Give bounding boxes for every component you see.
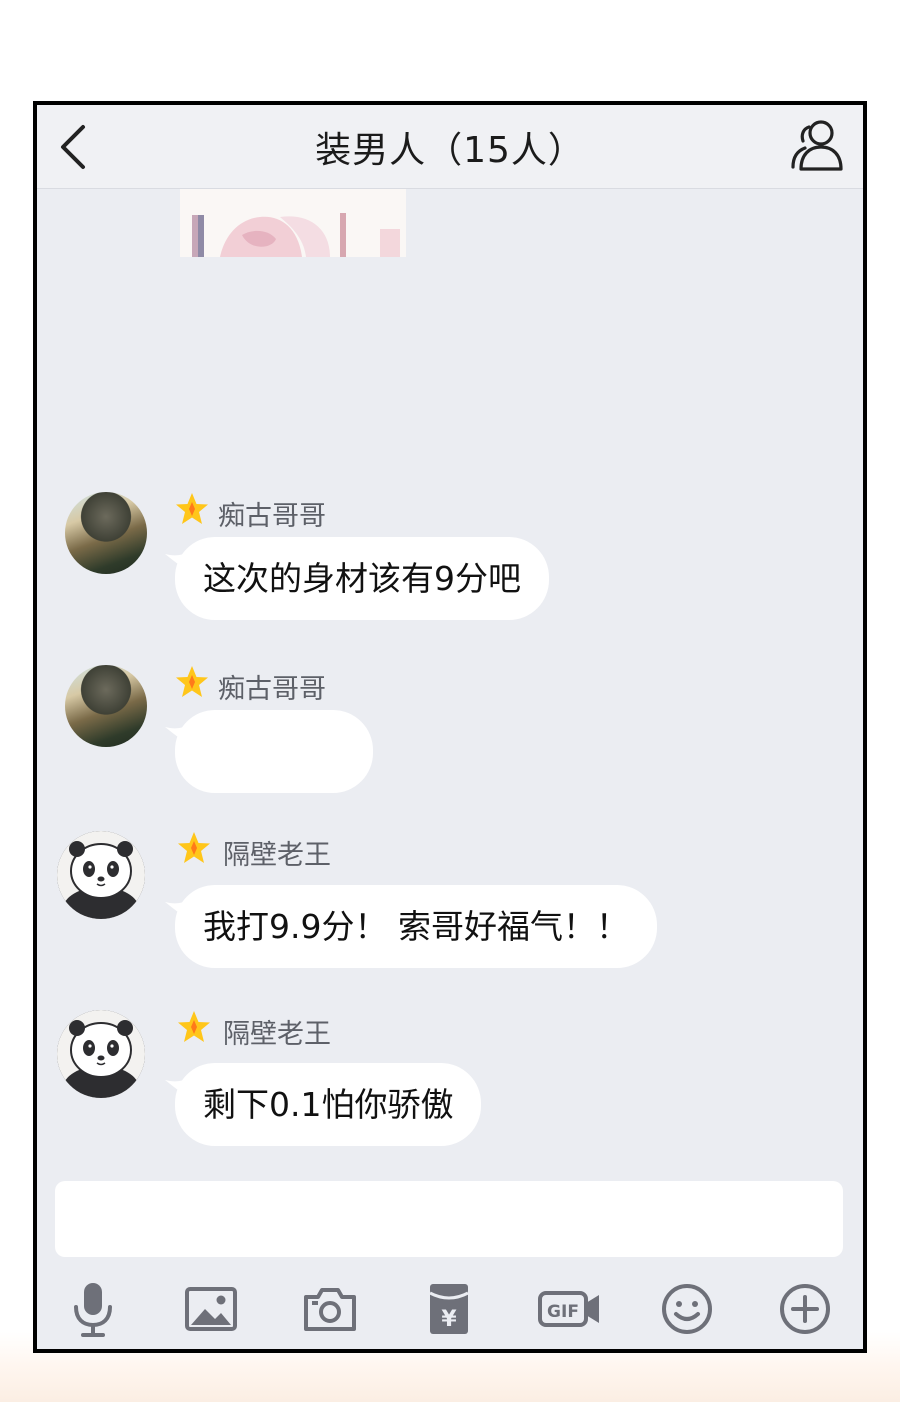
panda-avatar[interactable]	[57, 1010, 145, 1098]
message-bubble[interactable]: 剩下0.1怕你骄傲	[175, 1063, 482, 1146]
emoji-button[interactable]	[657, 1279, 717, 1339]
star-badge-icon	[176, 493, 208, 524]
message-input[interactable]	[55, 1181, 843, 1257]
red-packet-button[interactable]: ¥	[419, 1279, 479, 1339]
star-badge-icon	[176, 666, 208, 697]
sender-name: 隔壁老王	[223, 1019, 331, 1050]
input-toolbar: ¥ GIF	[37, 1273, 863, 1349]
sender-name: 痴古哥哥	[218, 501, 326, 532]
panda-face-icon	[57, 1010, 145, 1098]
more-button[interactable]	[775, 1279, 835, 1339]
plus-icon	[780, 1284, 830, 1334]
panda-face-icon	[57, 831, 145, 919]
svg-text:¥: ¥	[441, 1307, 457, 1332]
message-bubble[interactable]: 这次的身材该有9分吧	[175, 537, 549, 620]
sender-name: 隔壁老王	[223, 840, 331, 871]
star-badge-icon	[178, 1011, 210, 1042]
emoji-icon	[662, 1284, 712, 1334]
voice-button[interactable]	[63, 1279, 123, 1339]
photo-avatar[interactable]	[65, 665, 147, 747]
gif-icon: GIF	[538, 1291, 599, 1327]
camera-button[interactable]	[300, 1279, 360, 1339]
camera-icon	[304, 1288, 356, 1331]
message-bubble[interactable]	[175, 710, 373, 793]
red-packet-icon: ¥	[429, 1284, 469, 1334]
microphone-icon	[74, 1283, 112, 1337]
svg-text:GIF: GIF	[547, 1302, 579, 1322]
album-button[interactable]	[181, 1279, 241, 1339]
photo-avatar[interactable]	[65, 492, 147, 574]
message-list: 痴古哥哥 这次的身材该有9分吧 痴古哥哥 隔壁老王 我打9.9分！ 索哥好福气！…	[37, 105, 863, 1349]
sender-name: 痴古哥哥	[218, 674, 326, 705]
chat-screen: 小乔 装男人（15人）	[33, 101, 867, 1353]
star-badge-icon	[178, 832, 210, 863]
panda-avatar[interactable]	[57, 831, 145, 919]
gif-button[interactable]: GIF	[537, 1279, 603, 1339]
message-bubble[interactable]: 我打9.9分！ 索哥好福气！！	[175, 885, 657, 968]
image-icon	[185, 1287, 237, 1331]
